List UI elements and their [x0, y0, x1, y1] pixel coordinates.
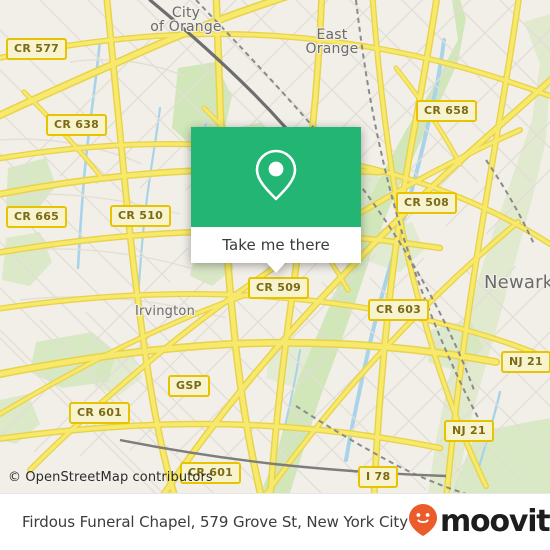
road-shield-cr-509[interactable]: CR 509	[248, 277, 310, 299]
openstreetmap-attribution[interactable]: © OpenStreetMap contributors	[8, 470, 213, 485]
popup-header	[191, 127, 361, 227]
road-shield-nj-21-north[interactable]: NJ 21	[501, 351, 550, 373]
road-shield-cr-510[interactable]: CR 510	[110, 205, 172, 227]
map-pin-icon	[253, 147, 299, 208]
road-shield-gsp[interactable]: GSP	[168, 375, 210, 397]
moovit-smiley-pin-icon	[408, 503, 438, 542]
popup-pointer-tail	[266, 262, 286, 273]
footer-bar: Firdous Funeral Chapel, 579 Grove St, Ne…	[0, 493, 550, 550]
take-me-there-label: Take me there	[222, 236, 330, 254]
road-shield-cr-577[interactable]: CR 577	[6, 38, 68, 60]
road-shield-cr-658[interactable]: CR 658	[416, 100, 478, 122]
road-shield-cr-603[interactable]: CR 603	[368, 299, 430, 321]
road-shield-cr-601-west[interactable]: CR 601	[69, 402, 131, 424]
road-shield-i-78[interactable]: I 78	[358, 466, 399, 488]
moovit-logo[interactable]: moovit	[408, 503, 550, 542]
moovit-map-page: City of Orange East Orange Irvington New…	[0, 0, 550, 550]
map-canvas[interactable]: City of Orange East Orange Irvington New…	[0, 0, 550, 493]
destination-popup-card[interactable]: Take me there	[191, 127, 361, 273]
moovit-wordmark: moovit	[439, 504, 550, 539]
location-title: Firdous Funeral Chapel, 579 Grove St, Ne…	[22, 513, 408, 531]
road-shield-cr-665[interactable]: CR 665	[6, 206, 68, 228]
road-shield-nj-21-south[interactable]: NJ 21	[444, 420, 494, 442]
road-shield-cr-638[interactable]: CR 638	[46, 114, 108, 136]
road-shield-cr-508[interactable]: CR 508	[396, 192, 458, 214]
popup-footer[interactable]: Take me there	[191, 227, 361, 273]
